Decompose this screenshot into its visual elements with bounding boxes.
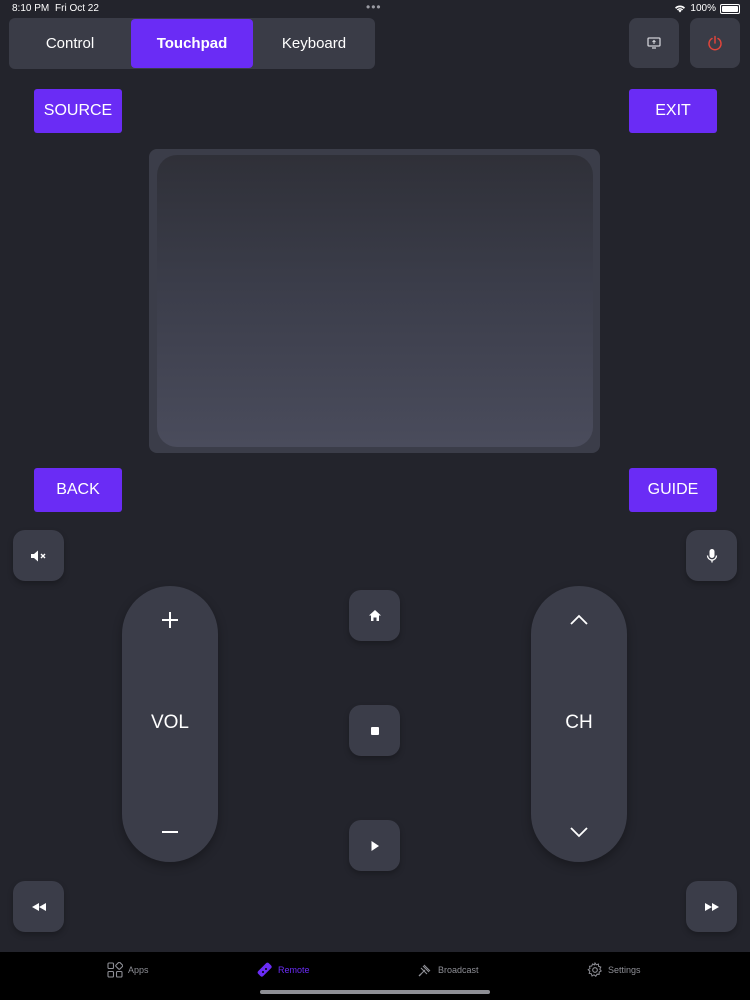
tab-broadcast[interactable]: Broadcast xyxy=(417,962,479,978)
status-indicators: 100% xyxy=(674,3,740,14)
tab-touchpad[interactable]: Touchpad xyxy=(131,19,253,68)
status-time: 8:10 PM xyxy=(12,3,50,14)
home-indicator[interactable] xyxy=(260,990,490,994)
rewind-button[interactable] xyxy=(13,881,64,932)
volume-rocker: VOL xyxy=(122,586,218,862)
home-icon xyxy=(368,610,381,621)
plus-icon xyxy=(162,612,178,628)
wifi-icon xyxy=(675,5,686,13)
source-button[interactable]: SOURCE xyxy=(34,89,122,133)
settings-icon xyxy=(587,962,602,977)
tab-keyboard[interactable]: Keyboard xyxy=(253,18,375,69)
channel-up-button[interactable] xyxy=(531,590,627,650)
stop-button[interactable] xyxy=(349,705,400,756)
play-button[interactable] xyxy=(349,820,400,871)
battery-percent: 100% xyxy=(690,3,716,14)
power-button[interactable] xyxy=(690,18,740,68)
fast-forward-icon xyxy=(704,902,719,911)
tab-apps[interactable]: Apps xyxy=(107,962,149,978)
apps-icon xyxy=(107,962,123,978)
home-button[interactable] xyxy=(349,590,400,641)
fast-forward-button[interactable] xyxy=(686,881,737,932)
volume-up-button[interactable] xyxy=(122,590,218,650)
rewind-icon xyxy=(31,902,46,911)
broadcast-icon xyxy=(418,964,431,977)
chevron-up-icon xyxy=(570,614,588,625)
back-button[interactable]: BACK xyxy=(34,468,122,512)
tab-broadcast-label: Broadcast xyxy=(438,965,479,975)
minus-icon xyxy=(162,831,178,833)
status-date: Fri Oct 22 xyxy=(55,3,99,14)
mute-icon xyxy=(30,550,45,561)
multitasking-dots-icon[interactable]: ••• xyxy=(366,0,382,14)
channel-rocker: CH xyxy=(531,586,627,862)
guide-button[interactable]: GUIDE xyxy=(629,468,717,512)
power-icon xyxy=(708,35,722,51)
tab-apps-label: Apps xyxy=(128,965,149,975)
battery-icon xyxy=(720,3,740,14)
stop-icon xyxy=(370,726,379,735)
tab-control[interactable]: Control xyxy=(9,18,131,69)
tab-remote-label: Remote xyxy=(278,965,310,975)
mode-segmented-control: Control Touchpad Keyboard xyxy=(9,18,375,69)
channel-label: CH xyxy=(565,712,593,733)
play-icon xyxy=(371,840,379,851)
exit-button[interactable]: EXIT xyxy=(629,89,717,133)
screen-mirror-icon xyxy=(647,37,661,49)
touchpad-area[interactable] xyxy=(157,155,593,447)
tab-remote[interactable]: Remote xyxy=(257,962,310,978)
channel-down-button[interactable] xyxy=(531,802,627,862)
remote-icon xyxy=(257,962,272,977)
chevron-down-icon xyxy=(570,827,588,838)
mute-button[interactable] xyxy=(13,530,64,581)
microphone-icon xyxy=(706,548,717,562)
tab-settings[interactable]: Settings xyxy=(587,962,641,978)
microphone-button[interactable] xyxy=(686,530,737,581)
tab-settings-label: Settings xyxy=(608,965,641,975)
screen-mirror-button[interactable] xyxy=(629,18,679,68)
volume-down-button[interactable] xyxy=(122,802,218,862)
volume-label: VOL xyxy=(150,712,190,733)
